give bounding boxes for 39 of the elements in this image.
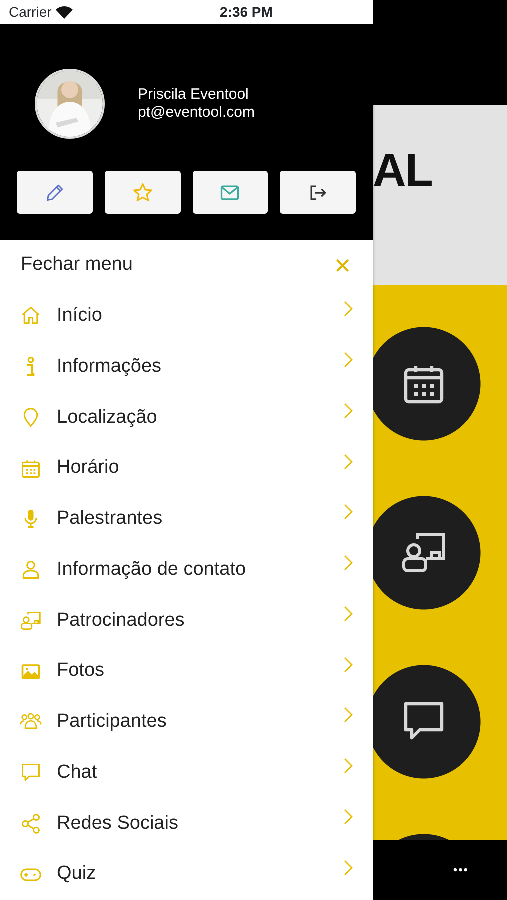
menu-item[interactable]: Fotos — [0, 646, 373, 697]
chevron-icon — [343, 707, 353, 724]
chevron-icon — [343, 454, 353, 470]
clock: 2:36 PM — [220, 2, 273, 22]
chevron-icon — [343, 555, 353, 572]
person-icon — [20, 559, 42, 582]
logout-button[interactable] — [280, 171, 356, 214]
wifi-icon — [56, 6, 73, 19]
menu-item[interactable]: Redes Sociais — [0, 798, 373, 850]
chevron-icon — [343, 606, 353, 622]
menu-item[interactable]: Participantes — [0, 696, 373, 748]
menu-item[interactable]: Informação de contato — [0, 544, 373, 596]
chevron-icon — [343, 808, 353, 825]
menu-item[interactable]: Início — [0, 290, 373, 342]
chevron-icon — [343, 860, 353, 876]
chevron-icon — [343, 504, 353, 520]
mail-button[interactable] — [192, 171, 268, 214]
presenter-icon — [20, 610, 42, 632]
more-tab[interactable]: ••• — [453, 861, 469, 879]
chevron-icon — [343, 301, 353, 318]
menu-item[interactable]: Patrocinadores — [0, 595, 373, 646]
menu-item[interactable]: Horário — [0, 443, 373, 494]
banner-title: AL — [373, 147, 432, 193]
star-icon — [132, 182, 154, 204]
user-email: pt@eventool.com — [138, 104, 255, 122]
menu-item[interactable]: Chat — [0, 748, 373, 798]
menu-item[interactable]: Localização — [0, 392, 373, 444]
edit-button[interactable] — [17, 171, 93, 214]
close-menu-label: Fechar menu — [21, 253, 133, 278]
chevron-icon — [343, 758, 353, 774]
menu-item[interactable]: Quiz — [0, 849, 373, 900]
chevron-icon — [343, 656, 353, 673]
user-name: Priscila Eventool — [138, 86, 250, 104]
share-icon — [20, 812, 42, 835]
chevron-icon — [343, 402, 353, 419]
carrier-label: Carrier — [9, 2, 52, 22]
chevron-icon — [343, 352, 353, 368]
menu-item[interactable]: Informações — [0, 342, 373, 392]
menu-item[interactable]: Palestrantes — [0, 494, 373, 545]
